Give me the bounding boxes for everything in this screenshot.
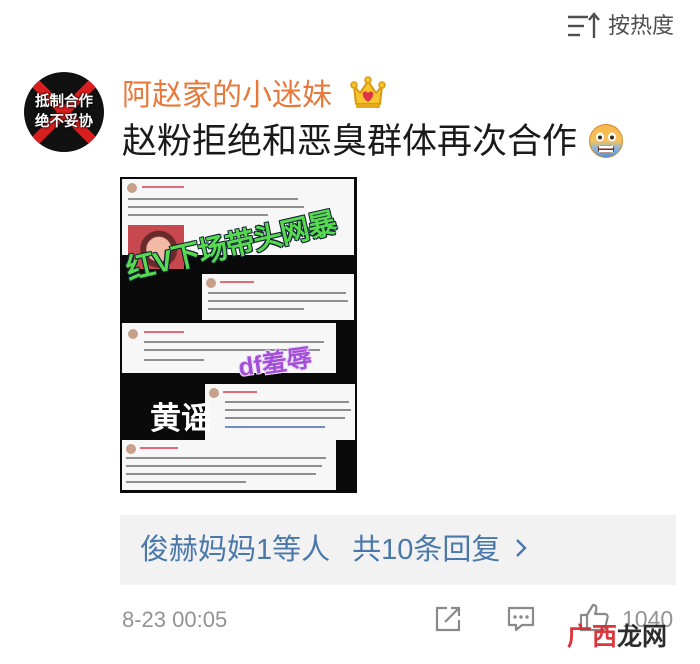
text-line bbox=[126, 465, 322, 467]
comment-text: 赵粉拒绝和恶臭群体再次合作 bbox=[122, 122, 578, 161]
avatar[interactable]: 抵制合作 绝不妥协 bbox=[24, 72, 104, 152]
text-line bbox=[208, 308, 304, 310]
chevron-right-icon bbox=[500, 537, 528, 564]
text-line bbox=[225, 417, 345, 419]
avatar-text-line2: 绝不妥协 bbox=[35, 114, 93, 130]
text-line bbox=[225, 401, 349, 403]
reply-users: 俊赫妈妈1等人 bbox=[140, 534, 331, 566]
avatar-text-line1: 抵制合作 bbox=[35, 94, 93, 110]
screenshot-card bbox=[202, 274, 354, 320]
text-line bbox=[220, 281, 254, 283]
text-line bbox=[223, 391, 257, 393]
text-line bbox=[208, 300, 348, 302]
text-line bbox=[144, 331, 184, 333]
username[interactable]: 阿赵家的小迷妹 bbox=[122, 78, 332, 114]
text-line bbox=[126, 457, 326, 459]
text-line bbox=[208, 292, 346, 294]
text-line bbox=[126, 473, 316, 475]
watermark-part2: 龙网 bbox=[617, 623, 668, 651]
mini-avatar bbox=[126, 444, 136, 454]
mini-avatar bbox=[128, 329, 138, 339]
mini-avatar bbox=[206, 278, 216, 288]
text-line bbox=[128, 206, 304, 208]
text-line bbox=[128, 198, 298, 200]
watermark-part1: 广西 bbox=[567, 623, 618, 651]
sort-label: 按热度 bbox=[608, 13, 675, 38]
comment-image[interactable]: 红V下场带头网暴 df羞辱 黄谣 bbox=[120, 177, 357, 493]
comment-time: 8-23 00:05 bbox=[122, 607, 228, 632]
text-line bbox=[144, 359, 204, 361]
crown-badge-icon[interactable] bbox=[350, 76, 386, 115]
screenshot-card bbox=[122, 440, 336, 490]
text-line bbox=[142, 186, 184, 188]
share-icon[interactable] bbox=[433, 604, 463, 639]
replies-box[interactable]: 俊赫妈妈1等人 共10条回复 bbox=[120, 515, 676, 585]
sort-icon bbox=[566, 12, 600, 40]
reply-count: 共10条回复 bbox=[352, 534, 501, 566]
text-line bbox=[126, 481, 246, 483]
mini-avatar bbox=[127, 183, 137, 193]
comment-icon[interactable] bbox=[506, 604, 536, 639]
text-line bbox=[225, 409, 351, 411]
scared-face-emoji-icon bbox=[588, 123, 624, 164]
watermark: 广西龙网 bbox=[567, 622, 667, 652]
sort-by-hot-button[interactable]: 按热度 bbox=[566, 10, 674, 42]
text-line bbox=[128, 214, 268, 216]
screenshot-card bbox=[205, 384, 355, 440]
overlay-text-white: 黄谣 bbox=[150, 401, 212, 436]
text-line bbox=[225, 426, 325, 428]
text-line bbox=[140, 447, 178, 449]
